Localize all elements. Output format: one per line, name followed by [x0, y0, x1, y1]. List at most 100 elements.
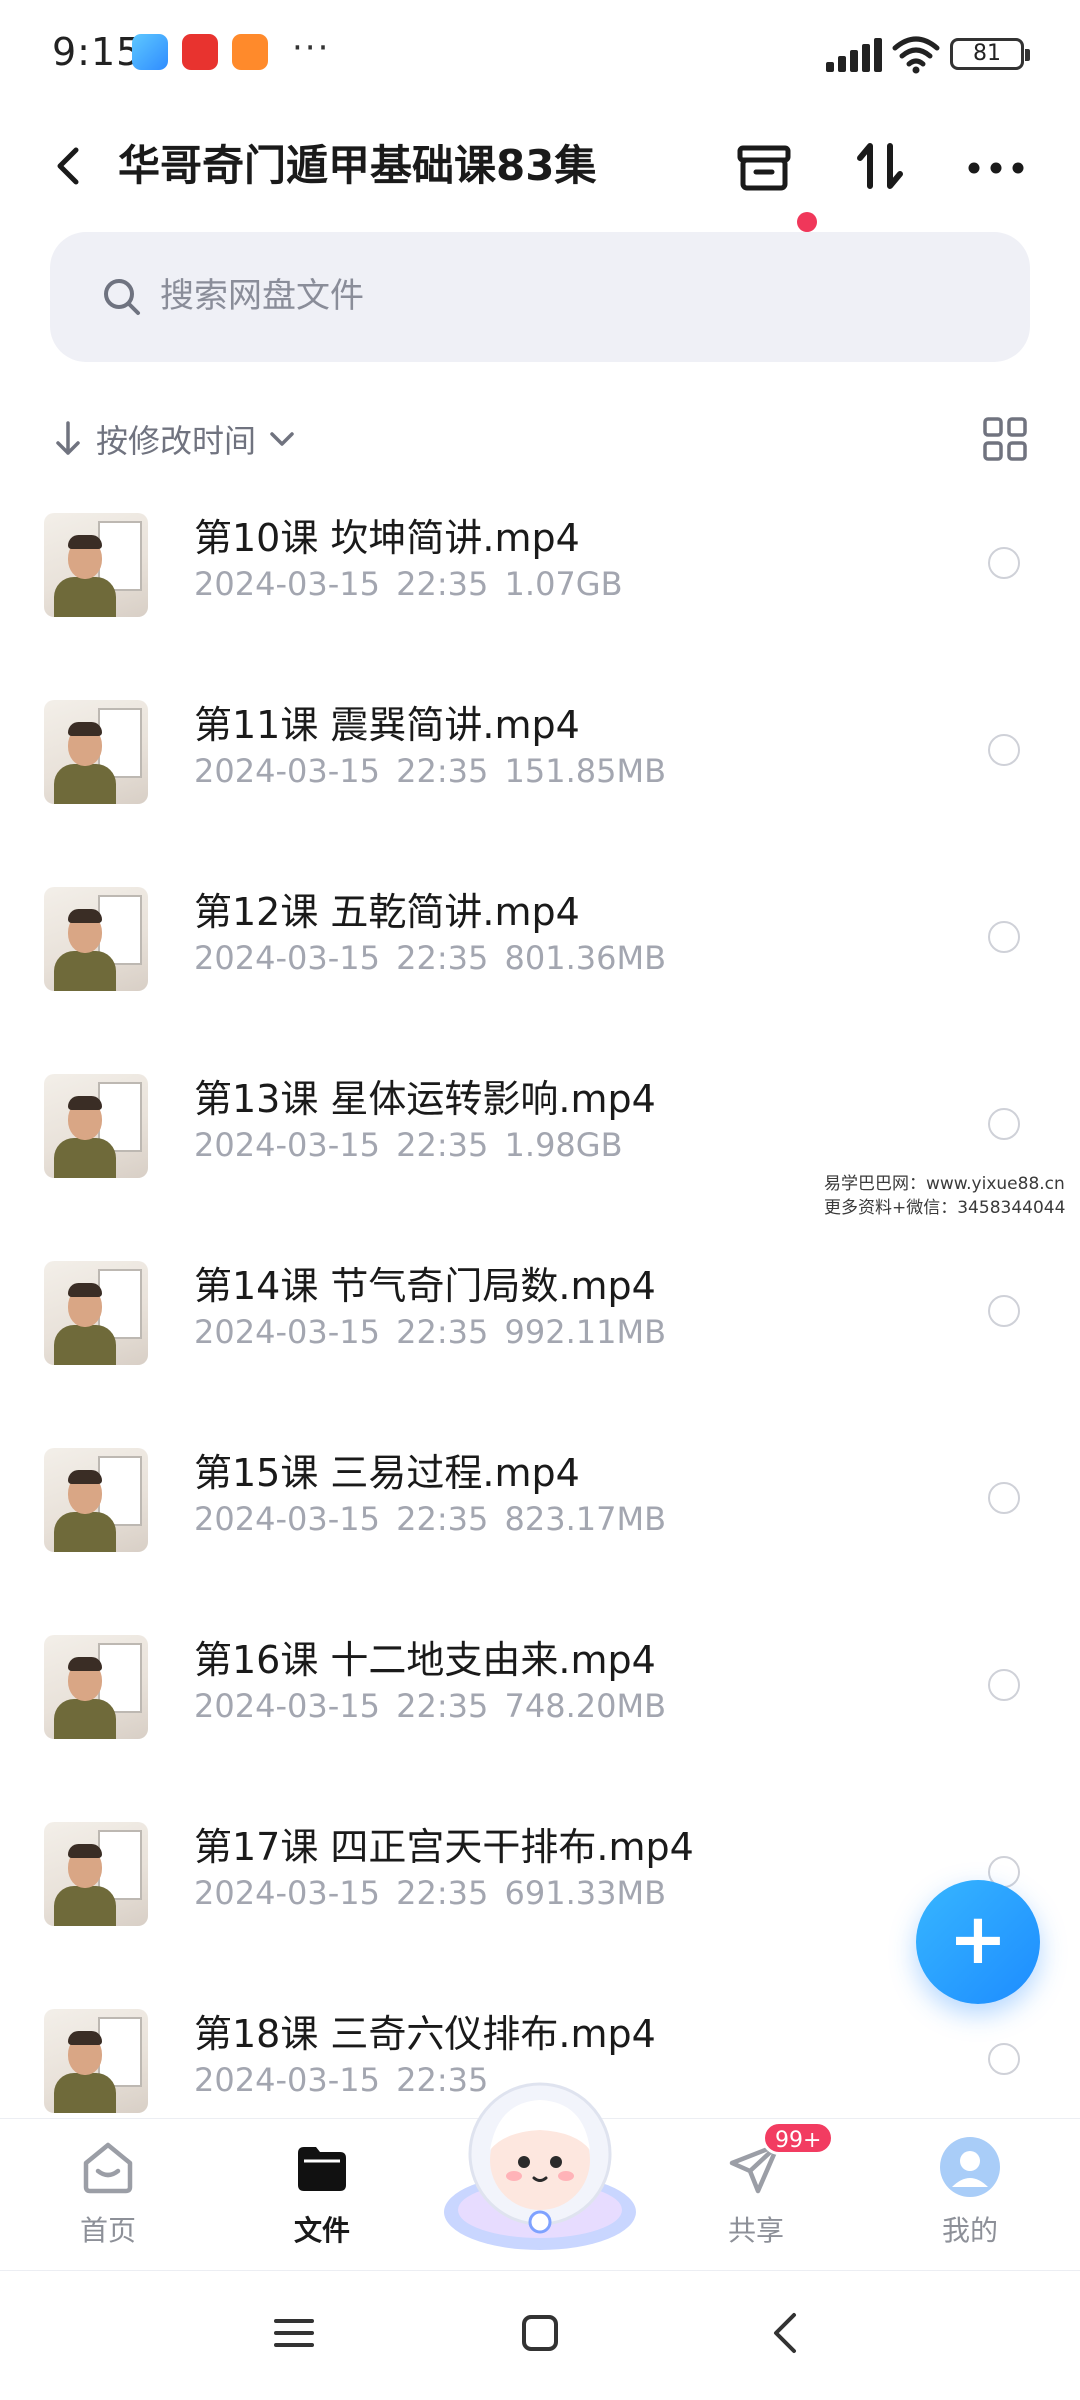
video-thumbnail: [44, 1448, 148, 1552]
nav-label: 文件: [293, 2214, 350, 2247]
chevron-down-icon: [270, 432, 294, 446]
nav-home[interactable]: 首页: [18, 2119, 198, 2269]
video-thumbnail: [44, 1261, 148, 1365]
transfer-box-icon[interactable]: [726, 128, 802, 204]
mascot-assistant-icon[interactable]: [438, 2062, 642, 2252]
nav-label: 共享: [727, 2214, 784, 2247]
file-date: 2024-03-15: [194, 939, 380, 977]
file-list-item[interactable]: 第11课 震巽简讲.mp4 2024-03-15 22:35 151.85MB: [0, 682, 1080, 869]
share-badge: 99+: [762, 2121, 835, 2155]
home-square-icon[interactable]: [508, 2301, 572, 2365]
video-thumbnail: [44, 700, 148, 804]
file-meta: 2024-03-15 22:35 801.36MB: [194, 939, 666, 977]
file-size: 992.11MB: [504, 1313, 667, 1351]
file-size: 691.33MB: [504, 1874, 667, 1912]
sort-label: 按修改时间: [96, 422, 257, 460]
notification-dot: [797, 212, 817, 232]
avatar-icon: [940, 2137, 1000, 2197]
select-checkbox[interactable]: [988, 1108, 1020, 1140]
system-navigation-bar: [0, 2270, 1080, 2400]
file-date: 2024-03-15: [194, 1313, 380, 1351]
add-button[interactable]: +: [916, 1880, 1040, 2004]
video-thumbnail: [44, 887, 148, 991]
file-time: 22:35: [396, 1126, 489, 1164]
nav-label: 我的: [941, 2214, 998, 2247]
back-arrow-icon[interactable]: [40, 136, 100, 196]
file-name: 第13课 星体运转影响.mp4: [194, 1077, 656, 1121]
search-icon: [104, 279, 140, 315]
file-time: 22:35: [396, 1687, 489, 1725]
watermark-line: 易学巴巴网：www.yixue88.cn: [824, 1174, 1065, 1194]
app-header: 华哥奇门遁甲基础课83集: [0, 110, 1080, 240]
file-date: 2024-03-15: [194, 565, 380, 603]
sort-icon[interactable]: [842, 128, 918, 204]
video-thumbnail: [44, 1822, 148, 1926]
file-meta: 2024-03-15 22:35 748.20MB: [194, 1687, 666, 1725]
select-checkbox[interactable]: [988, 921, 1020, 953]
plus-icon: +: [948, 1898, 1008, 1980]
select-checkbox[interactable]: [988, 1295, 1020, 1327]
nav-me[interactable]: 我的: [880, 2119, 1060, 2269]
file-meta: 2024-03-15 22:35 1.98GB: [194, 1126, 623, 1164]
file-time: 22:35: [396, 752, 489, 790]
file-size: 1.07GB: [504, 565, 623, 603]
watermark-line: 更多资料+微信：3458344044: [824, 1198, 1066, 1218]
arrow-down-icon: [56, 421, 80, 455]
page-title: 华哥奇门遁甲基础课83集: [118, 141, 597, 190]
nav-label: 首页: [79, 2214, 136, 2247]
battery-icon: 81: [950, 38, 1030, 70]
file-time: 22:35: [396, 939, 489, 977]
home-icon: [83, 2142, 133, 2194]
wifi-icon: [892, 36, 940, 74]
file-name: 第10课 坎坤简讲.mp4: [194, 516, 580, 560]
file-date: 2024-03-15: [194, 1874, 380, 1912]
file-meta: 2024-03-15 22:35 992.11MB: [194, 1313, 666, 1351]
file-date: 2024-03-15: [194, 752, 380, 790]
file-name: 第12课 五乾简讲.mp4: [194, 890, 580, 934]
select-checkbox[interactable]: [988, 547, 1020, 579]
file-size: 1.98GB: [504, 1126, 623, 1164]
file-list-item[interactable]: 第10课 坎坤简讲.mp4 2024-03-15 22:35 1.07GB: [0, 495, 1080, 682]
file-date: 2024-03-15: [194, 1500, 380, 1538]
video-thumbnail: [44, 1074, 148, 1178]
nav-files[interactable]: 文件: [232, 2119, 412, 2269]
menu-icon[interactable]: [262, 2301, 326, 2365]
video-thumbnail: [44, 1635, 148, 1739]
file-date: 2024-03-15: [194, 1126, 380, 1164]
file-name: 第15课 三易过程.mp4: [194, 1451, 580, 1495]
watermark: 易学巴巴网：www.yixue88.cn 更多资料+微信：3458344044: [824, 1172, 1074, 1220]
file-meta: 2024-03-15 22:35 823.17MB: [194, 1500, 666, 1538]
video-thumbnail: [44, 513, 148, 617]
search-bar[interactable]: [50, 232, 1030, 362]
select-checkbox[interactable]: [988, 2043, 1020, 2075]
file-name: 第18课 三奇六仪排布.mp4: [194, 2012, 656, 2056]
news-app-icon: [182, 34, 218, 70]
nav-share[interactable]: 99+ 共享: [666, 2119, 846, 2269]
file-meta: 2024-03-15 22:35 1.07GB: [194, 565, 623, 603]
sort-row: 按修改时间: [0, 400, 1080, 480]
file-list-item[interactable]: 第15课 三易过程.mp4 2024-03-15 22:35 823.17MB: [0, 1430, 1080, 1617]
file-date: 2024-03-15: [194, 2061, 380, 2099]
more-notifications-icon: ···: [292, 28, 331, 68]
select-checkbox[interactable]: [988, 1482, 1020, 1514]
file-list-item[interactable]: 第14课 节气奇门局数.mp4 2024-03-15 22:35 992.11M…: [0, 1243, 1080, 1430]
file-list-item[interactable]: 第16课 十二地支由来.mp4 2024-03-15 22:35 748.20M…: [0, 1617, 1080, 1804]
file-meta: 2024-03-15 22:35 151.85MB: [194, 752, 666, 790]
file-time: 22:35: [396, 1313, 489, 1351]
file-name: 第14课 节气奇门局数.mp4: [194, 1264, 656, 1308]
grid-view-icon[interactable]: [980, 414, 1030, 464]
file-meta: 2024-03-15 22:35 691.33MB: [194, 1874, 666, 1912]
select-checkbox[interactable]: [988, 1669, 1020, 1701]
status-time: 9:15: [52, 30, 142, 74]
sort-by-modified-button[interactable]: 按修改时间: [52, 414, 302, 464]
select-checkbox[interactable]: [988, 734, 1020, 766]
shopping-app-icon: [232, 34, 268, 70]
search-input[interactable]: [160, 264, 980, 328]
more-options-icon[interactable]: [958, 128, 1034, 204]
file-name: 第16课 十二地支由来.mp4: [194, 1638, 656, 1682]
file-size: 801.36MB: [504, 939, 667, 977]
battery-level: 81: [973, 41, 1001, 66]
file-list-item[interactable]: 第12课 五乾简讲.mp4 2024-03-15 22:35 801.36MB: [0, 869, 1080, 1056]
back-triangle-icon[interactable]: [754, 2301, 818, 2365]
file-time: 22:35: [396, 565, 489, 603]
